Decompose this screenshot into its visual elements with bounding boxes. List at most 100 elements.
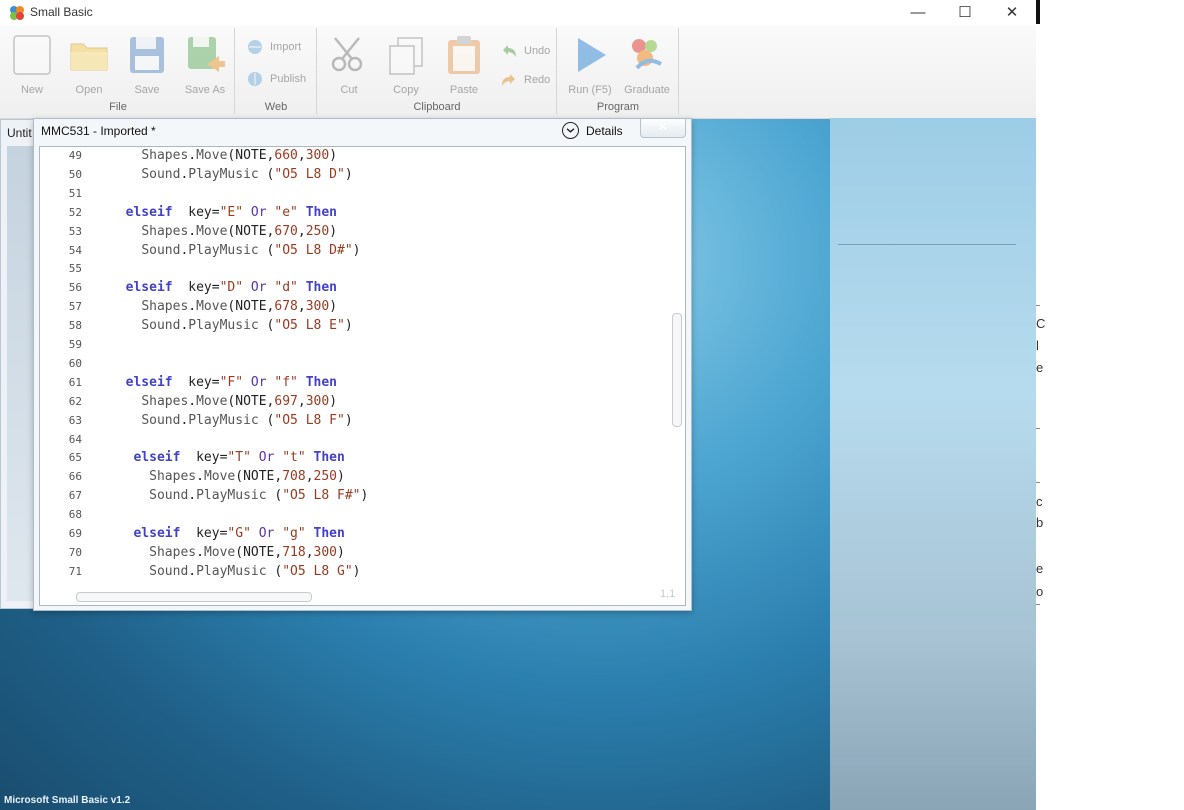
import-label: Import — [270, 41, 302, 53]
line-number: 56 — [68, 281, 82, 295]
line-number: 69 — [68, 527, 82, 540]
code-line: Sound.PlayMusic ("O5 L8 G") — [149, 563, 361, 579]
ribbon-group-file: New Open Save Save As File — [2, 28, 235, 114]
ribbon-toolbar: New Open Save Save As File Import Publis… — [0, 26, 1036, 119]
background-document-title: Untit — [7, 126, 32, 140]
code-line: elseif key="F" Or "f" Then — [125, 374, 338, 390]
code-line: Shapes.Move(NOTE,697,300) — [141, 393, 338, 409]
graduate-label: Graduate — [624, 84, 670, 96]
line-number: 67 — [68, 489, 82, 503]
text-fragment: e — [1036, 360, 1044, 375]
open-button[interactable]: Open — [61, 34, 117, 96]
outside-window-area: C l e c b e o — [1036, 0, 1184, 810]
editor-close-button[interactable]: ✕ — [640, 119, 686, 138]
help-panel — [830, 118, 1036, 810]
vertical-scrollbar[interactable] — [672, 313, 682, 427]
line-number: 59 — [68, 338, 82, 351]
publish-icon — [248, 72, 262, 86]
line-number: 54 — [68, 243, 82, 257]
save-as-icon — [188, 37, 225, 72]
editor-title: MMC531 - Imported * — [41, 124, 156, 138]
file-group-label: File — [109, 101, 127, 113]
text-fragment: e — [1036, 561, 1044, 576]
line-number: 70 — [68, 545, 82, 559]
line-number: 52 — [68, 205, 82, 219]
graduate-button[interactable]: Graduate — [619, 34, 675, 96]
line-number: 57 — [68, 300, 82, 314]
help-panel-divider — [838, 244, 1016, 245]
run-label: Run (F5) — [568, 84, 612, 96]
clipboard-group-label: Clipboard — [413, 101, 461, 113]
ribbon-group-web: Import Publish Web — [236, 28, 317, 114]
close-button[interactable]: ✕ — [989, 0, 1035, 26]
minimize-button[interactable]: — — [895, 0, 941, 26]
line-number: 55 — [68, 262, 82, 276]
folder-icon — [70, 43, 108, 71]
code-line: Shapes.Move(NOTE,670,250) — [141, 223, 338, 239]
text-fragment: b — [1036, 515, 1044, 530]
paste-button[interactable]: Paste — [436, 34, 492, 96]
maximize-button[interactable]: ☐ — [942, 0, 988, 26]
text-fragment: c — [1036, 494, 1043, 509]
cursor-position: 1,1 — [660, 588, 676, 600]
line-number: 62 — [68, 394, 82, 408]
cut-label: Cut — [340, 84, 358, 96]
copy-icon — [389, 37, 423, 75]
run-button[interactable]: Run (F5) — [562, 34, 618, 96]
small-basic-logo-icon — [10, 6, 24, 20]
code-line: elseif key="E" Or "e" Then — [125, 204, 338, 220]
copy-label: Copy — [393, 84, 419, 96]
play-icon — [578, 38, 606, 72]
graduate-icon — [632, 39, 662, 70]
text-fragment: l — [1036, 338, 1039, 353]
line-number: 68 — [68, 508, 82, 522]
save-label: Save — [134, 84, 160, 96]
code-line: Sound.PlayMusic ("O5 L8 E") — [141, 318, 353, 334]
line-number: 71 — [68, 564, 82, 578]
save-as-button[interactable]: Save As — [177, 34, 233, 96]
undo-icon — [503, 45, 516, 57]
cut-button[interactable]: Cut — [321, 34, 377, 96]
line-number: 50 — [68, 167, 82, 181]
paste-label: Paste — [449, 84, 479, 96]
title-bar: Small Basic — ☐ ✕ — [0, 0, 1036, 26]
floppy-disk-icon — [130, 37, 164, 73]
code-editor[interactable]: 49 Shapes.Move(NOTE,660,300) 50 Sound.Pla… — [39, 146, 686, 606]
web-group-label: Web — [264, 101, 288, 113]
redo-icon — [502, 74, 515, 86]
code-line: Shapes.Move(NOTE,660,300) — [141, 148, 338, 163]
code-line: Shapes.Move(NOTE,718,300) — [149, 544, 345, 560]
line-number: 53 — [68, 224, 82, 238]
divider-line — [1036, 428, 1040, 429]
line-number: 65 — [68, 451, 82, 465]
line-number: 61 — [68, 375, 82, 389]
save-button[interactable]: Save — [119, 34, 175, 96]
editor-window[interactable]: MMC531 - Imported * Details ✕ 49 Shapes.… — [33, 118, 692, 611]
new-button[interactable]: New — [4, 34, 60, 96]
undo-label: Undo — [524, 45, 551, 57]
code-line: Shapes.Move(NOTE,678,300) — [141, 299, 338, 315]
line-number: 49 — [68, 149, 82, 162]
code-line: elseif key="G" Or "g" Then — [133, 526, 345, 541]
new-label: New — [20, 84, 43, 96]
divider-line — [1036, 604, 1040, 605]
code-line: Shapes.Move(NOTE,708,250) — [149, 469, 345, 485]
close-icon: ✕ — [657, 119, 669, 134]
code-line: elseif key="D" Or "d" Then — [125, 280, 338, 296]
text-fragment: C — [1036, 316, 1046, 331]
adjacent-window-edge — [1036, 0, 1040, 24]
line-number: 60 — [68, 356, 82, 370]
copy-button[interactable]: Copy — [378, 34, 434, 96]
ribbon-group-program: Run (F5) Graduate Program — [558, 28, 679, 114]
horizontal-scrollbar[interactable] — [76, 592, 312, 602]
window-title: Small Basic — [30, 5, 93, 19]
code-line: elseif key="T" Or "t" Then — [133, 450, 345, 466]
small-basic-window: Small Basic — ☐ ✕ New Open Save Save As … — [0, 0, 1036, 810]
line-number: 66 — [68, 470, 82, 484]
clipboard-icon — [448, 36, 480, 74]
details-label: Details — [586, 124, 623, 138]
chevron-down-circle-icon — [562, 122, 579, 139]
text-fragment: o — [1036, 584, 1044, 599]
import-icon — [248, 40, 262, 54]
save-as-label: Save As — [184, 84, 226, 96]
